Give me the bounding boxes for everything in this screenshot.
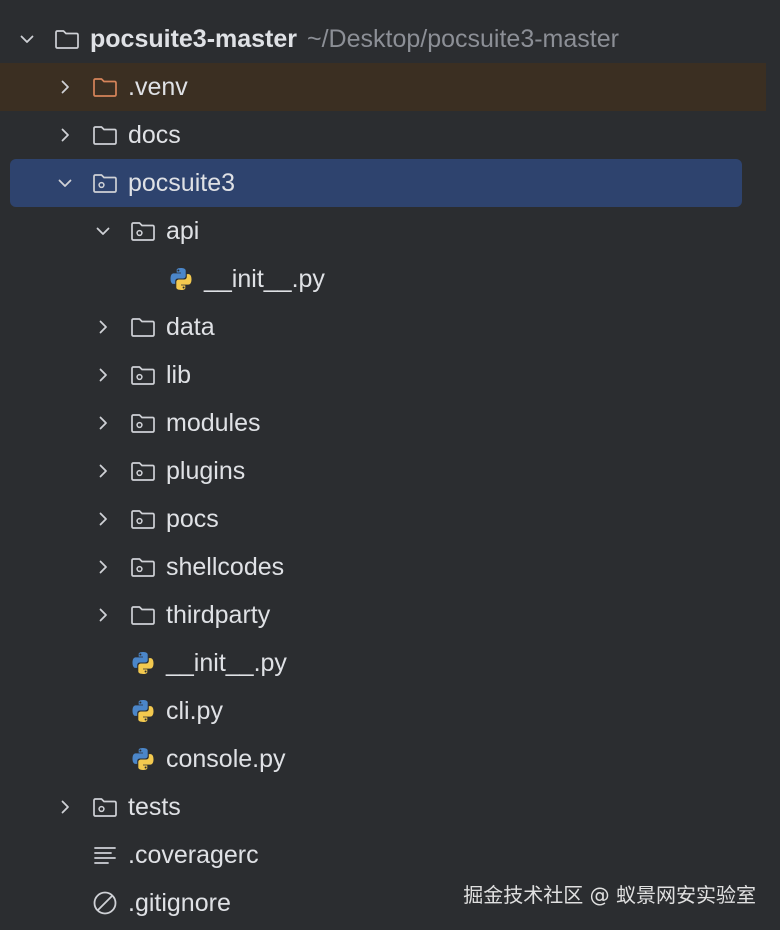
python-file-icon <box>129 649 157 677</box>
tree-row-docs[interactable]: docs <box>0 111 766 159</box>
tree-item-label: pocs <box>166 505 219 533</box>
tree-item-label: cli.py <box>166 697 223 725</box>
chevron-right-icon[interactable] <box>95 319 111 335</box>
tree-item-label: pocsuite3-master <box>90 25 298 53</box>
venv-folder-icon <box>91 73 119 101</box>
chevron-right-icon[interactable] <box>95 511 111 527</box>
chevron-down-icon[interactable] <box>57 175 73 191</box>
tree-row-pocsuite3-master[interactable]: pocsuite3-master ~/Desktop/pocsuite3-mast… <box>0 15 766 63</box>
package-folder-icon <box>91 169 119 197</box>
tree-row-shellcodes[interactable]: shellcodes <box>0 543 766 591</box>
package-folder-icon <box>129 457 157 485</box>
tree-row-thirdparty[interactable]: thirdparty <box>0 591 766 639</box>
tree-item-label: __init__.py <box>166 649 287 677</box>
chevron-right-icon[interactable] <box>57 127 73 143</box>
chevron-right-icon[interactable] <box>95 415 111 431</box>
package-folder-icon <box>91 793 119 821</box>
tree-item-label: lib <box>166 361 192 389</box>
chevron-down-icon[interactable] <box>19 31 35 47</box>
tree-item-label: thirdparty <box>166 601 271 629</box>
package-folder-icon <box>129 361 157 389</box>
watermark: 掘金技术社区 @ 蚁景网安实验室 <box>463 883 756 907</box>
project-path: ~/Desktop/pocsuite3-master <box>307 25 619 53</box>
chevron-right-icon[interactable] <box>95 559 111 575</box>
tree-item-label: .gitignore <box>128 889 231 917</box>
tree-row-init-py[interactable]: __init__.py <box>0 255 766 303</box>
package-folder-icon <box>129 553 157 581</box>
chevron-down-icon[interactable] <box>95 223 111 239</box>
tree-item-label: .coveragerc <box>128 841 259 869</box>
tree-row-data[interactable]: data <box>0 303 766 351</box>
tree-row-venv[interactable]: .venv <box>0 63 766 111</box>
text-file-icon <box>91 841 119 869</box>
tree-row-pocs[interactable]: pocs <box>0 495 766 543</box>
package-folder-icon <box>129 409 157 437</box>
tree-row-coveragerc[interactable]: .coveragerc <box>0 831 766 879</box>
folder-icon <box>91 121 119 149</box>
python-file-icon <box>167 265 195 293</box>
folder-icon <box>129 313 157 341</box>
package-folder-icon <box>129 505 157 533</box>
tree-row-console-py[interactable]: console.py <box>0 735 766 783</box>
chevron-right-icon[interactable] <box>57 79 73 95</box>
chevron-right-icon[interactable] <box>95 463 111 479</box>
tree-item-label: pocsuite3 <box>128 169 236 197</box>
python-file-icon <box>129 745 157 773</box>
tree-item-label: console.py <box>166 745 286 773</box>
tree-row-pocsuite3[interactable]: pocsuite3 <box>10 159 742 207</box>
python-file-icon <box>129 697 157 725</box>
tree-item-label: plugins <box>166 457 246 485</box>
tree-item-label: __init__.py <box>204 265 325 293</box>
chevron-right-icon[interactable] <box>95 607 111 623</box>
project-tree: pocsuite3-master ~/Desktop/pocsuite3-mast… <box>0 0 780 930</box>
tree-item-label: docs <box>128 121 181 149</box>
tree-item-label: tests <box>128 793 181 821</box>
tree-item-label: .venv <box>128 73 188 101</box>
tree-row-cli-py[interactable]: cli.py <box>0 687 766 735</box>
tree-row-init-py[interactable]: __init__.py <box>0 639 766 687</box>
chevron-right-icon[interactable] <box>57 799 73 815</box>
tree-row-api[interactable]: api <box>0 207 766 255</box>
tree-row-modules[interactable]: modules <box>0 399 766 447</box>
ignore-file-icon <box>91 889 119 917</box>
tree-row-tests[interactable]: tests <box>0 783 766 831</box>
tree-row-plugins[interactable]: plugins <box>0 447 766 495</box>
tree-item-label: modules <box>166 409 261 437</box>
tree-item-label: api <box>166 217 200 245</box>
tree-row-lib[interactable]: lib <box>0 351 766 399</box>
tree-item-label: data <box>166 313 215 341</box>
chevron-right-icon[interactable] <box>95 367 111 383</box>
tree-item-label: shellcodes <box>166 553 285 581</box>
folder-icon <box>53 25 81 53</box>
folder-icon <box>129 601 157 629</box>
package-folder-icon <box>129 217 157 245</box>
